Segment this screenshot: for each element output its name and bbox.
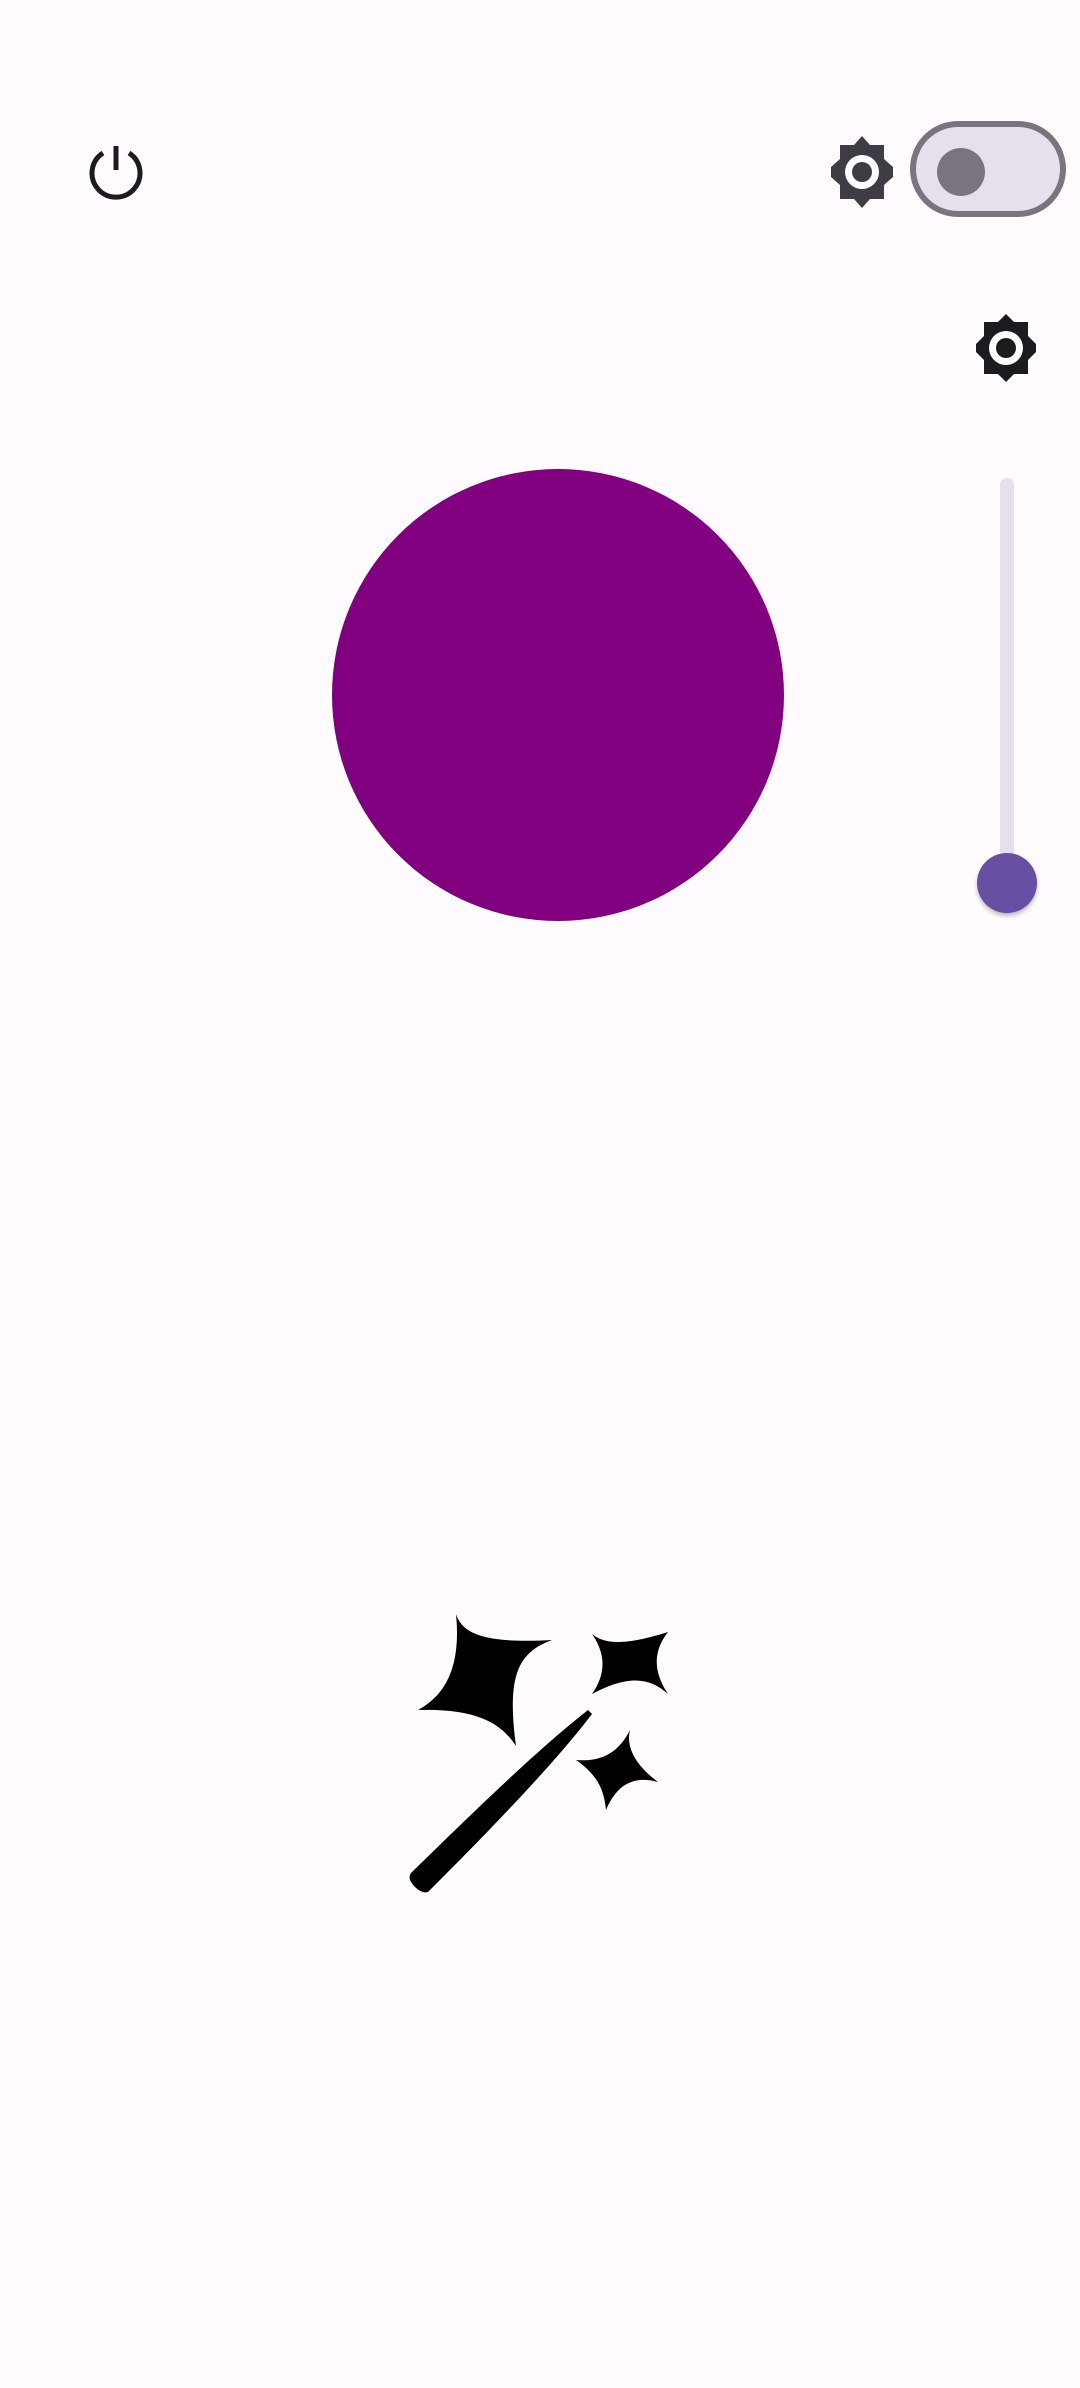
slider-thumb[interactable] xyxy=(977,853,1037,914)
brightness-auto-icon xyxy=(824,134,900,210)
power-button[interactable] xyxy=(60,116,172,228)
slider-track xyxy=(1000,478,1014,914)
magic-wand-button[interactable] xyxy=(400,1610,680,1900)
power-icon xyxy=(89,146,143,200)
brightness-slider[interactable] xyxy=(977,478,1037,914)
moon-icon xyxy=(982,1010,1032,1076)
light-color-circle[interactable] xyxy=(332,469,784,921)
magic-wand-icon xyxy=(409,1614,668,1893)
brightness-icon xyxy=(970,312,1042,384)
switch-thumb xyxy=(937,148,985,196)
app-screen xyxy=(0,0,1080,2388)
auto-brightness-switch[interactable] xyxy=(910,121,1066,217)
